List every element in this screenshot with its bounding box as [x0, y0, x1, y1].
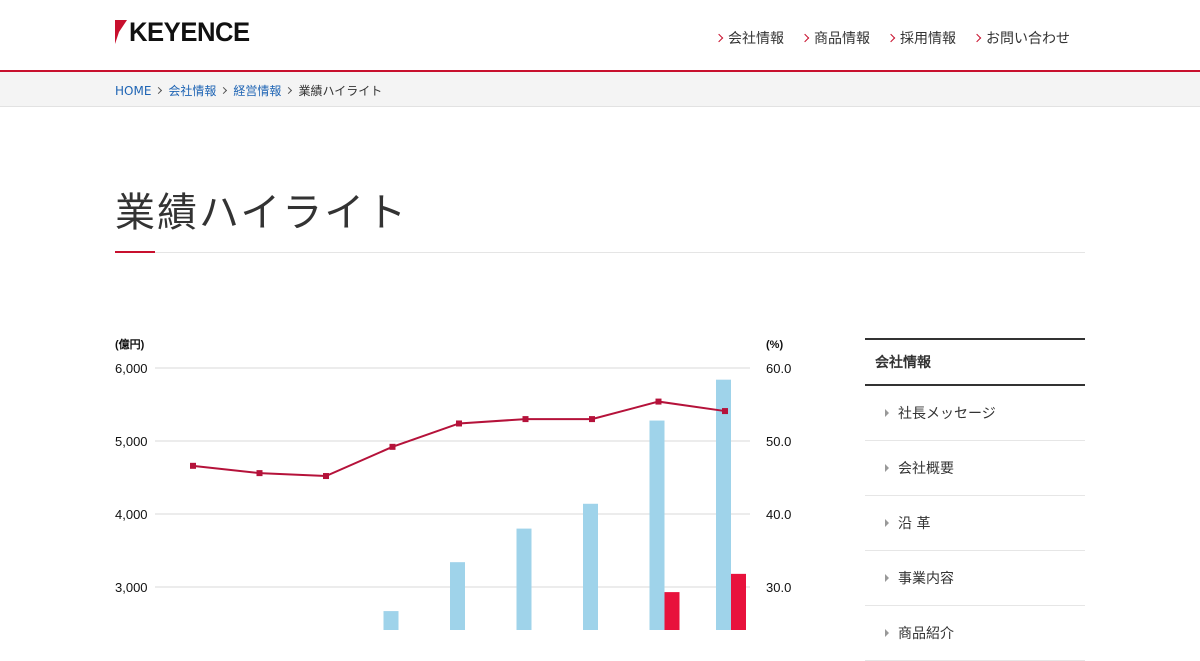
left-tick-label: 4,000 [115, 507, 148, 522]
performance-chart: 6,000 5,000 4,000 3,000 60.0 50.0 40.0 30.0 (億… [115, 337, 791, 630]
nav-label: お問い合わせ [986, 31, 1070, 47]
chart-bar [383, 611, 399, 630]
sidebar-item-label: 事業内容 [898, 571, 954, 587]
breadcrumb-home[interactable]: HOME [115, 84, 151, 98]
sidebar-item-products[interactable]: 商品紹介 [865, 606, 1085, 661]
chevron-right-icon [886, 33, 896, 43]
chevron-right-icon [155, 86, 163, 95]
right-tick-label: 60.0 [766, 361, 791, 376]
sidebar-item-history[interactable]: 沿 革 [865, 496, 1085, 551]
nav-label: 会社情報 [728, 31, 784, 47]
triangle-right-icon [885, 519, 889, 527]
sidebar-item-label: 会社概要 [898, 461, 954, 477]
logo-text: KEYENCE [129, 17, 250, 47]
chart-point [190, 462, 196, 469]
left-tick-label: 6,000 [115, 361, 148, 376]
site-header: KEYENCE 会社情報 商品情報 採用情報 お問い合わせ [0, 0, 1200, 72]
chevron-right-icon [714, 33, 724, 43]
right-tick-label: 30.0 [766, 580, 791, 595]
nav-products[interactable]: 商品情報 [800, 28, 870, 48]
sidebar-item-label: 沿 革 [898, 516, 931, 532]
chart-point [323, 473, 329, 480]
chart-bar [664, 592, 680, 630]
chart-point [456, 420, 462, 427]
chart-bar [731, 573, 746, 630]
left-tick-label: 3,000 [115, 580, 148, 595]
nav-company-info[interactable]: 会社情報 [714, 28, 784, 48]
title-divider [115, 252, 1085, 253]
chart-point [256, 470, 263, 477]
chevron-right-icon [972, 33, 982, 43]
chart-bar [516, 528, 532, 630]
global-nav: 会社情報 商品情報 採用情報 お問い合わせ [714, 28, 1070, 48]
chart-point [655, 398, 662, 405]
breadcrumb: HOME 会社情報 経営情報 業績ハイライト [115, 82, 382, 99]
nav-contact[interactable]: お問い合わせ [972, 28, 1070, 48]
sidebar-nav: 会社情報 社長メッセージ 会社概要 沿 革 事業内容 商品紹介 [865, 338, 1085, 661]
triangle-right-icon [885, 464, 889, 472]
keyence-logo[interactable]: KEYENCE [115, 18, 256, 46]
nav-label: 商品情報 [814, 31, 870, 47]
chevron-right-icon [220, 86, 228, 95]
breadcrumb-company-info[interactable]: 会社情報 [168, 82, 216, 99]
nav-label: 採用情報 [900, 31, 956, 47]
sidebar-item-president-message[interactable]: 社長メッセージ [865, 386, 1085, 441]
left-tick-label: 5,000 [115, 434, 148, 449]
chart-point [589, 416, 595, 423]
chart-bar [583, 503, 598, 630]
triangle-right-icon [885, 629, 889, 637]
logo-mark-icon [115, 20, 127, 44]
breadcrumb-management-info[interactable]: 経営情報 [233, 82, 281, 99]
sidebar-heading: 会社情報 [865, 338, 1085, 386]
left-axis-unit-label: (億円) [115, 337, 145, 351]
breadcrumb-bar: HOME 会社情報 経営情報 業績ハイライト [0, 72, 1200, 107]
right-tick-label: 40.0 [766, 507, 791, 522]
breadcrumb-current: 業績ハイライト [298, 84, 383, 98]
chart-bar [716, 379, 731, 630]
chart-line [192, 400, 726, 478]
triangle-right-icon [885, 409, 889, 417]
chevron-right-icon [800, 33, 810, 43]
chart-bar [450, 562, 465, 630]
sidebar-item-label: 社長メッセージ [898, 406, 996, 422]
sidebar-item-company-overview[interactable]: 会社概要 [865, 441, 1085, 496]
title-accent-line [115, 251, 155, 253]
triangle-right-icon [885, 574, 889, 582]
sidebar-item-business[interactable]: 事業内容 [865, 551, 1085, 606]
right-axis-unit-label: (%) [766, 339, 783, 351]
sidebar-item-label: 商品紹介 [898, 626, 954, 642]
chevron-right-icon [285, 86, 293, 95]
page-title: 業績ハイライト [115, 190, 409, 236]
chart-point [522, 416, 529, 423]
chart-point [722, 408, 728, 415]
chart-point [389, 443, 396, 450]
chart-bar [649, 420, 665, 630]
right-tick-label: 50.0 [766, 434, 791, 449]
nav-careers[interactable]: 採用情報 [886, 28, 956, 48]
